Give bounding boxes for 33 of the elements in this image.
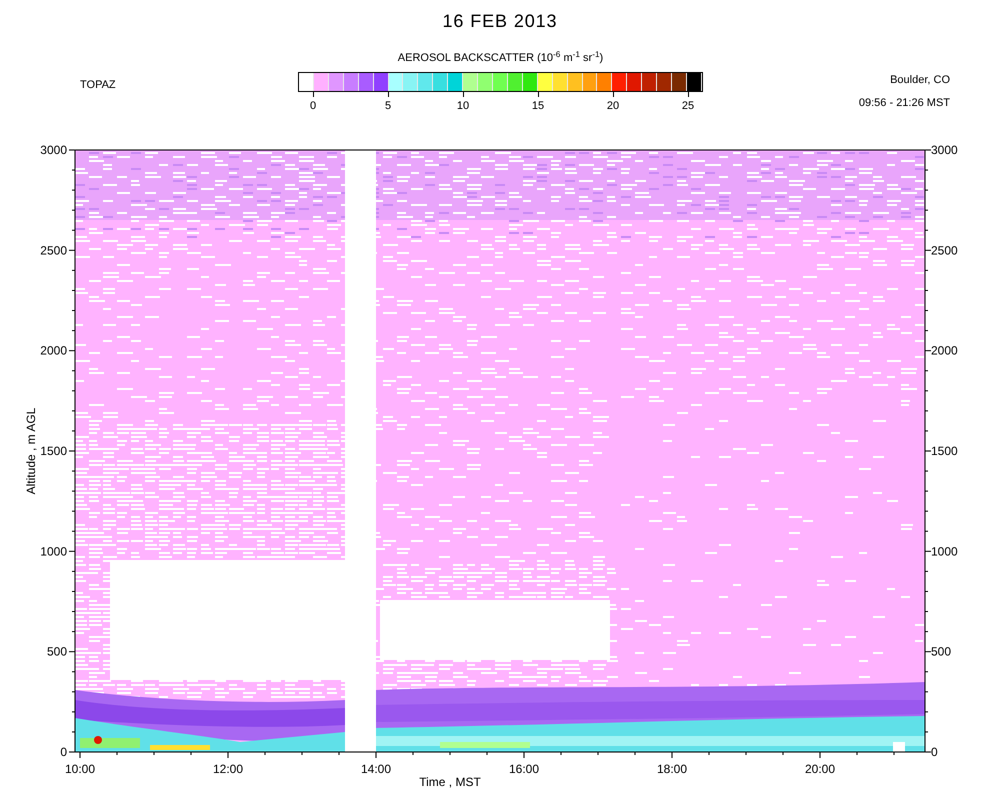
x-axis-title: Time , MST: [419, 775, 481, 789]
colorbar-tick-label: 25: [680, 99, 696, 114]
colorbar-title: AEROSOL BACKSCATTER (10$^{-6}$ m$^{-1}$ sr$^{-1}$): [396, 50, 604, 66]
y-axis-tick-label: 1000: [40, 544, 67, 558]
x-axis-tick-label: 20:00: [804, 762, 836, 776]
y-axis-tick-label: 2000: [40, 344, 67, 358]
y-axis-tick-label: 0: [60, 745, 67, 759]
y-axis-tick-label: 1500: [931, 444, 958, 458]
colorbar-tick-label: 10: [456, 99, 470, 114]
colorbar-tick-label: 5: [384, 99, 392, 114]
y-axis-tick-label: 1000: [931, 544, 958, 558]
x-axis-tick-label: 16:00: [508, 762, 540, 776]
y-axis-tick-label: 0: [931, 745, 938, 759]
y-axis-tick-label: 3000: [40, 143, 67, 157]
colorbar-tick-label: 0: [308, 99, 318, 114]
colorbar-tick-label: 20: [606, 99, 620, 114]
colorbar-tick-label: 15: [530, 99, 546, 114]
x-axis-tick-label: 10:00: [64, 762, 96, 776]
y-axis-tick-label: 2500: [40, 243, 67, 258]
y-axis-tick-label: 3000: [931, 143, 958, 157]
x-axis-tick-label: 18:00: [656, 762, 688, 776]
time-range-label: 09:56 - 21:26 MST: [858, 96, 950, 110]
y-axis-tick-label: 500: [931, 644, 952, 659]
y-axis-tick-label: 1500: [40, 444, 67, 458]
location-label: Boulder, CO: [890, 73, 950, 88]
plot-title: 16 FEB 2013: [442, 12, 558, 32]
y-axis-tick-label: 500: [46, 644, 67, 659]
x-axis-tick-label: 14:00: [360, 762, 392, 776]
instrument-name: TOPAZ: [80, 79, 116, 91]
x-axis-tick-label: 12:00: [212, 762, 244, 776]
y-axis-tick-label: 2500: [931, 243, 958, 258]
y-axis-title: Altitude , m AGL: [24, 408, 38, 494]
y-axis-tick-label: 2000: [931, 344, 958, 358]
